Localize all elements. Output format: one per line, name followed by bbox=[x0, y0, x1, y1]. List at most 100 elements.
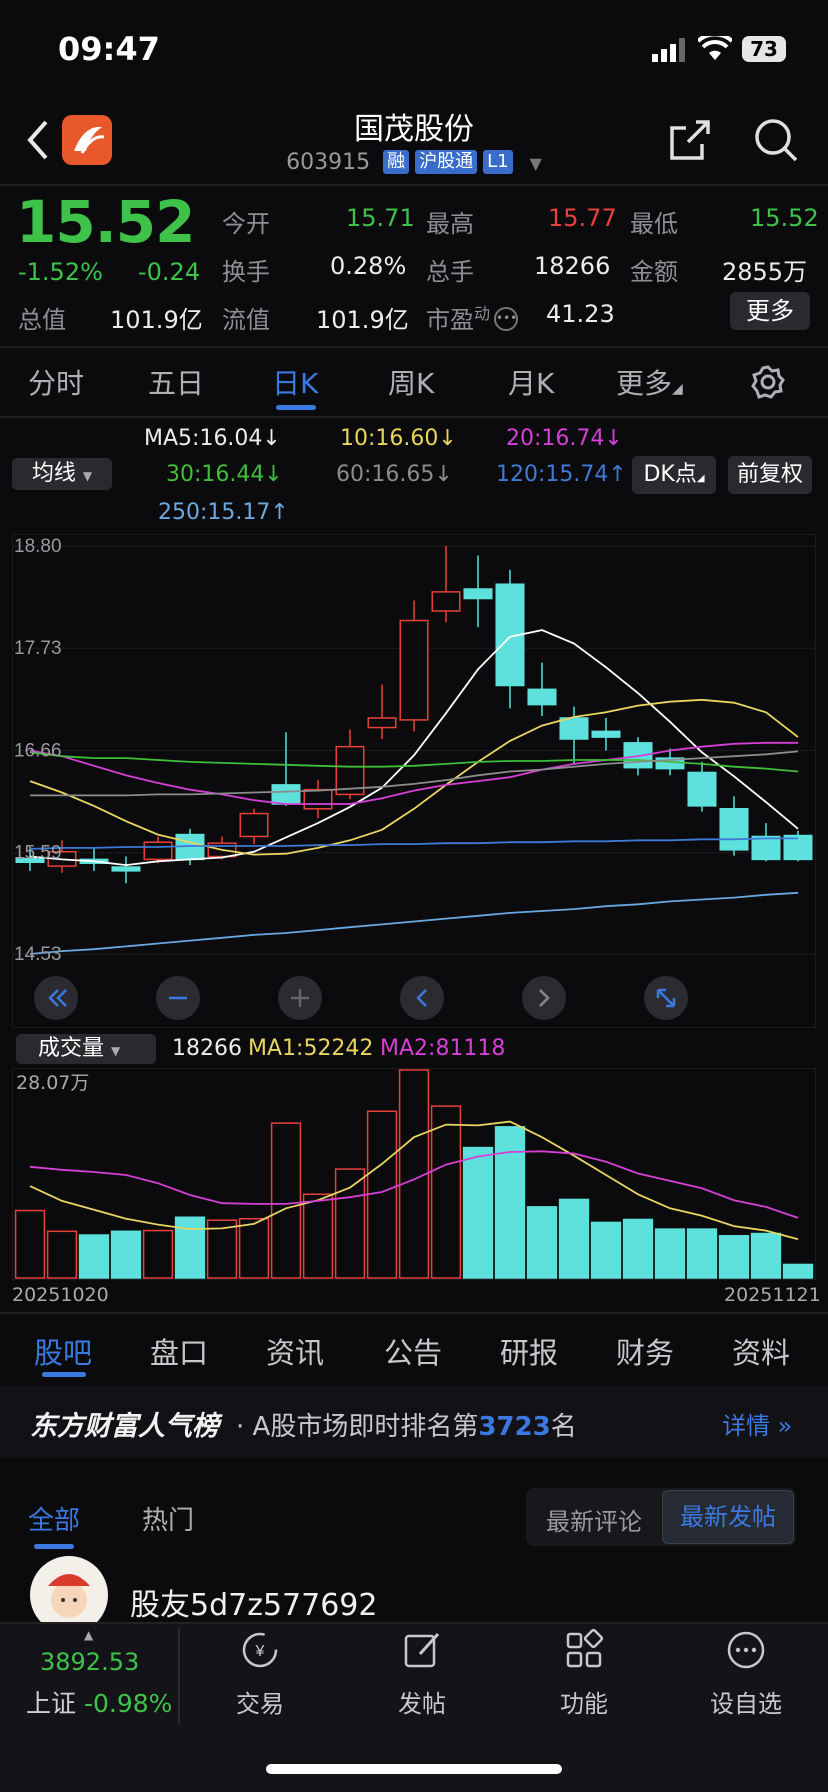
index-change[interactable]: 上证 -0.98% bbox=[26, 1684, 172, 1720]
y-tick-label: 15.59 bbox=[14, 843, 62, 864]
volume-max-tick: 28.07万 bbox=[16, 1072, 90, 1094]
more-circle-icon bbox=[727, 1631, 765, 1669]
share-icon[interactable] bbox=[666, 116, 714, 164]
svg-text:¥: ¥ bbox=[255, 1643, 265, 1660]
more-button[interactable]: 更多 bbox=[730, 292, 810, 330]
volume-chart[interactable] bbox=[12, 1068, 816, 1280]
y-tick-label: 14.53 bbox=[14, 944, 62, 965]
volume-bar bbox=[686, 1228, 718, 1279]
candle bbox=[367, 684, 397, 740]
adjust-price-button[interactable]: 前复权 bbox=[728, 456, 812, 494]
rewind-icon[interactable] bbox=[34, 976, 78, 1020]
expand-icon[interactable] bbox=[644, 976, 688, 1020]
volume-bar bbox=[718, 1235, 750, 1279]
volume-bar bbox=[302, 1193, 334, 1279]
volume-bar bbox=[46, 1230, 78, 1279]
tab-five-day[interactable]: 五日 bbox=[148, 362, 204, 402]
volume-ma1-label: MA1:52242 bbox=[248, 1036, 374, 1061]
ma5-label: MA5:16.04↓ bbox=[144, 426, 281, 451]
candle bbox=[143, 836, 173, 864]
ma20-label: 20:16.74↓ bbox=[506, 426, 623, 451]
feed-tab-all[interactable]: 全部 bbox=[28, 1500, 80, 1537]
rank-brand: 东方财富人气榜 bbox=[30, 1411, 219, 1442]
more-dots-icon: ••• bbox=[494, 307, 519, 331]
tab-more[interactable]: 更多◢ bbox=[616, 362, 683, 402]
volume-bar bbox=[110, 1230, 142, 1279]
candle bbox=[783, 830, 813, 862]
tab-news[interactable]: 资讯 bbox=[266, 1330, 324, 1372]
tab-finance[interactable]: 财务 bbox=[616, 1330, 674, 1372]
turnover-value: 0.28% bbox=[330, 252, 407, 280]
low-label: 最低 bbox=[630, 210, 678, 238]
battery-indicator: 73 bbox=[742, 36, 786, 62]
volume-indicator-selector[interactable]: 成交量 ▼ bbox=[16, 1034, 156, 1064]
index-value[interactable]: 3892.53 bbox=[40, 1648, 139, 1676]
popularity-rank-bar[interactable]: 东方财富人气榜 · A股市场即时排名第3723名 详情 » bbox=[0, 1386, 828, 1458]
zoom-out-icon[interactable] bbox=[156, 976, 200, 1020]
tag-level: L1 bbox=[483, 150, 513, 174]
ma30-label: 30:16.44↓ bbox=[166, 462, 283, 487]
tab-weekly[interactable]: 周K bbox=[388, 362, 434, 402]
sort-latest-comment[interactable]: 最新评论 bbox=[546, 1502, 642, 1537]
active-tab-indicator bbox=[276, 405, 316, 410]
tab-announcements[interactable]: 公告 bbox=[384, 1330, 442, 1372]
tag-hk-connect: 沪股通 bbox=[415, 150, 478, 174]
volume-bar bbox=[14, 1209, 46, 1279]
turnover-label: 换手 bbox=[222, 258, 270, 286]
candle bbox=[239, 808, 269, 845]
volume-bar bbox=[494, 1126, 526, 1279]
tag-margin: 融 bbox=[383, 150, 410, 174]
rank-detail-link[interactable]: 详情 » bbox=[722, 1406, 792, 1441]
current-price: 15.52 bbox=[16, 188, 195, 256]
volume-bar bbox=[526, 1206, 558, 1279]
open-value: 15.71 bbox=[346, 204, 415, 232]
tab-profile[interactable]: 资料 bbox=[732, 1330, 790, 1372]
post-username[interactable]: 股友5d7z577692 bbox=[130, 1580, 378, 1624]
tab-orderbook[interactable]: 盘口 bbox=[150, 1330, 208, 1372]
sort-latest-post[interactable]: 最新发帖 bbox=[662, 1490, 794, 1544]
settings-icon[interactable] bbox=[750, 364, 786, 400]
float-value: 101.9亿 bbox=[316, 306, 409, 334]
tab-intraday[interactable]: 分时 bbox=[28, 362, 84, 402]
next-icon[interactable] bbox=[522, 976, 566, 1020]
volume-bar bbox=[622, 1218, 654, 1279]
tab-forum[interactable]: 股吧 bbox=[34, 1330, 92, 1372]
volume-bar bbox=[782, 1263, 814, 1279]
volume-bar bbox=[174, 1216, 206, 1279]
candle bbox=[591, 717, 621, 751]
compose-icon bbox=[404, 1632, 440, 1668]
trade-icon: ¥ bbox=[242, 1632, 278, 1668]
tab-daily[interactable]: 日K bbox=[272, 362, 318, 402]
volume-bar bbox=[334, 1168, 366, 1279]
prev-icon[interactable] bbox=[400, 976, 444, 1020]
feed-tab-hot[interactable]: 热门 bbox=[142, 1500, 194, 1537]
tab-monthly[interactable]: 月K bbox=[508, 362, 554, 402]
volume-ma2-label: MA2:81118 bbox=[380, 1036, 506, 1061]
kline-chart[interactable]: 18.80 17.73 16.66 15.59 14.53 bbox=[12, 534, 816, 1028]
candle bbox=[271, 732, 301, 806]
dk-point-button[interactable]: DK点◢ bbox=[632, 456, 716, 494]
signal-icon bbox=[652, 38, 685, 62]
bottom-nav-divider bbox=[0, 1622, 828, 1624]
caret-up-icon: ▲ bbox=[84, 1628, 94, 1642]
nav-trade[interactable]: ¥ 交易 bbox=[200, 1628, 320, 1719]
indicator-selector[interactable]: 均线 ▼ bbox=[12, 458, 112, 490]
nav-functions[interactable]: 功能 bbox=[524, 1628, 644, 1719]
nav-watchlist[interactable]: 设自选 bbox=[686, 1628, 806, 1719]
candle bbox=[111, 856, 141, 884]
float-label: 流值 bbox=[222, 306, 270, 334]
tab-research[interactable]: 研报 bbox=[500, 1330, 558, 1372]
candle bbox=[495, 569, 525, 709]
wifi-icon bbox=[698, 36, 732, 60]
nav-divider bbox=[178, 1628, 180, 1724]
pe-value: 41.23 bbox=[546, 300, 615, 328]
change-percent: -1.52% bbox=[18, 258, 103, 286]
high-value: 15.77 bbox=[548, 204, 617, 232]
mktcap-value: 101.9亿 bbox=[110, 306, 203, 334]
home-indicator bbox=[266, 1764, 562, 1774]
zoom-in-icon[interactable] bbox=[278, 976, 322, 1020]
y-tick-label: 18.80 bbox=[14, 536, 62, 557]
pe-label: 市盈动 ••• bbox=[426, 304, 519, 334]
nav-post[interactable]: 发帖 bbox=[362, 1628, 482, 1719]
search-icon[interactable] bbox=[752, 116, 800, 164]
